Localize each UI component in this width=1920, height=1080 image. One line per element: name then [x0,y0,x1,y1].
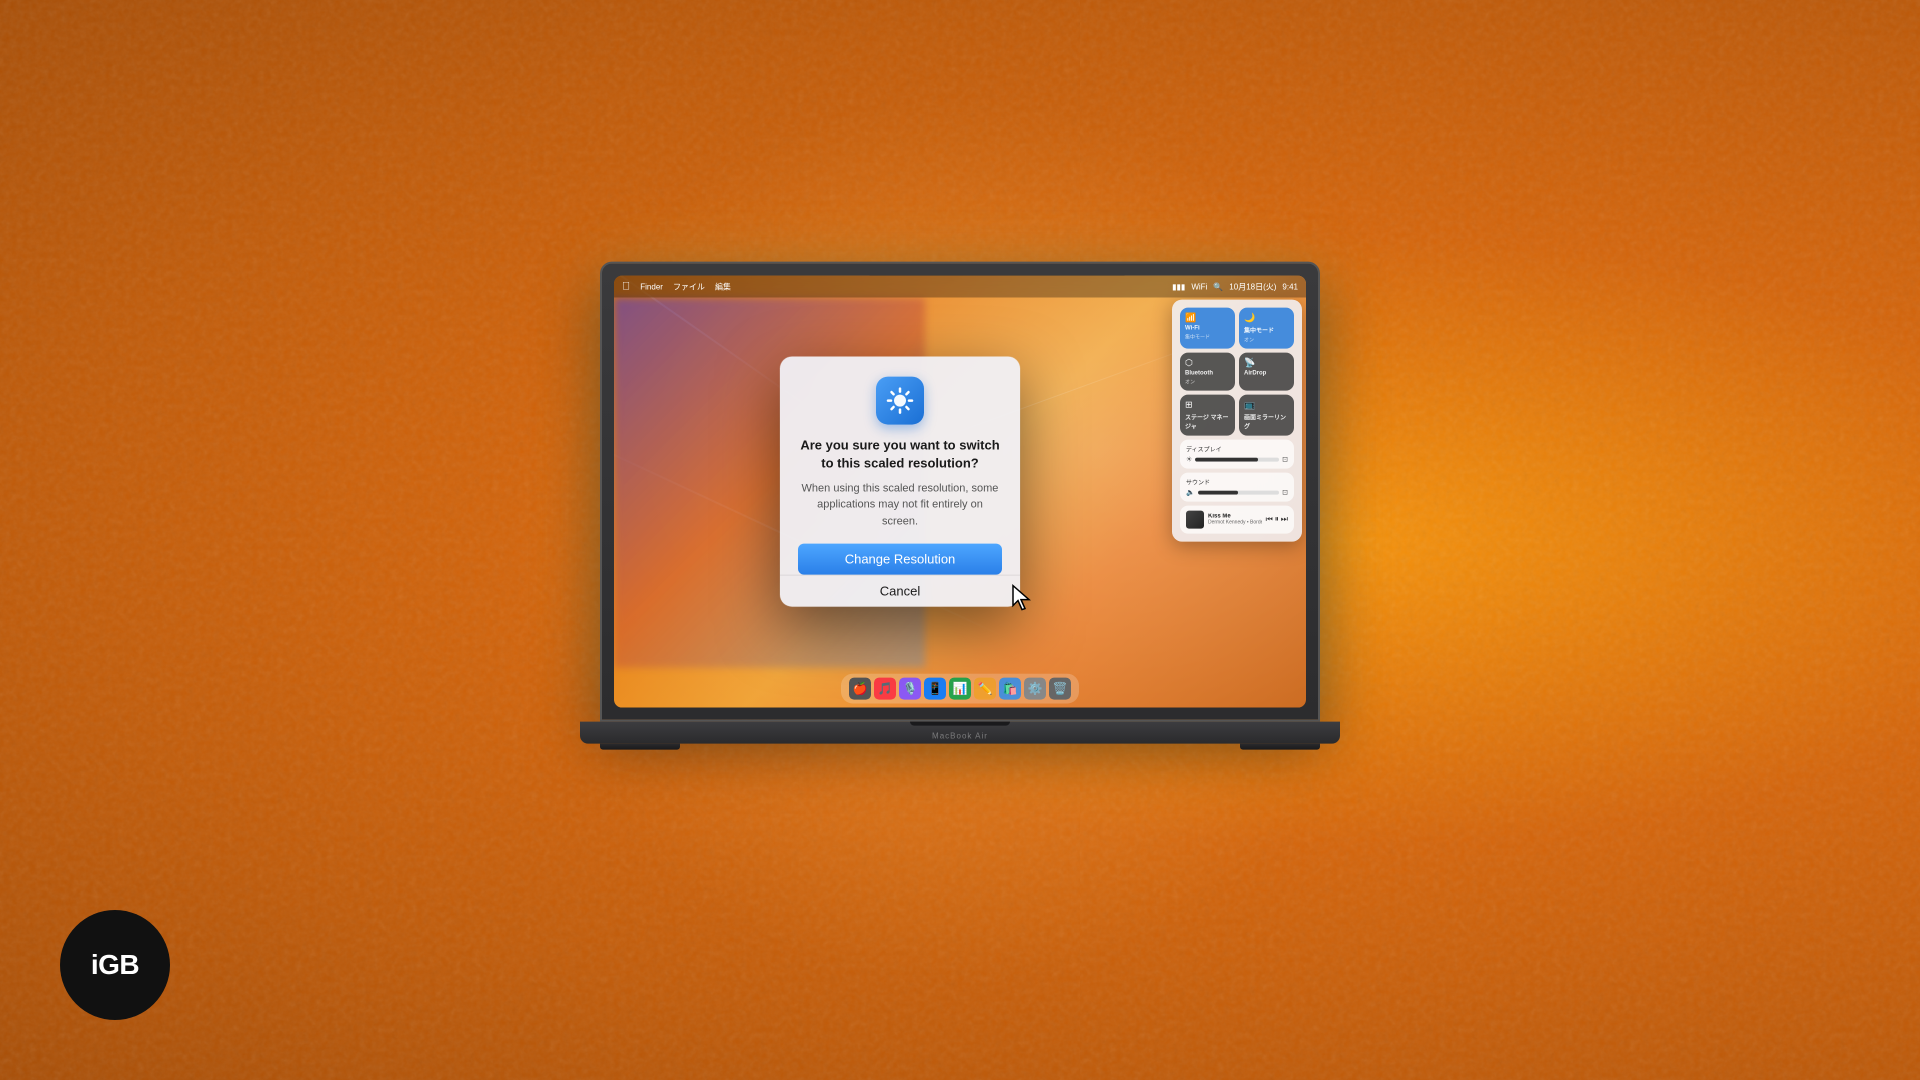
macos-screen:  Finder ファイル 編集 ▮▮▮ WiFi 🔍 10月18日(火) 9:… [614,276,1306,708]
macbook-foot-right [1240,744,1320,750]
screen-bezel:  Finder ファイル 編集 ▮▮▮ WiFi 🔍 10月18日(火) 9:… [614,276,1306,708]
change-resolution-dialog: Are you sure you want to switch to this … [780,356,1020,607]
igb-logo-text: iGB [91,949,139,981]
dialog-icon [876,376,924,424]
macbook-screen-body:  Finder ファイル 編集 ▮▮▮ WiFi 🔍 10月18日(火) 9:… [600,262,1320,722]
dialog-body: When using this scaled resolution, some … [798,481,1002,530]
macbook-device:  Finder ファイル 編集 ▮▮▮ WiFi 🔍 10月18日(火) 9:… [580,262,1340,842]
macbook-base: MacBook Air [580,722,1340,744]
change-resolution-button[interactable]: Change Resolution [798,544,1002,575]
dialog-title: Are you sure you want to switch to this … [798,436,1002,472]
macbook-model-name: MacBook Air [932,732,988,741]
macbook-feet [580,744,1340,750]
display-brightness-icon [884,384,916,416]
dialog-overlay: Are you sure you want to switch to this … [614,276,1306,708]
cancel-button[interactable]: Cancel [780,575,1020,607]
macbook-foot-left [600,744,680,750]
igb-logo: iGB [60,910,170,1020]
